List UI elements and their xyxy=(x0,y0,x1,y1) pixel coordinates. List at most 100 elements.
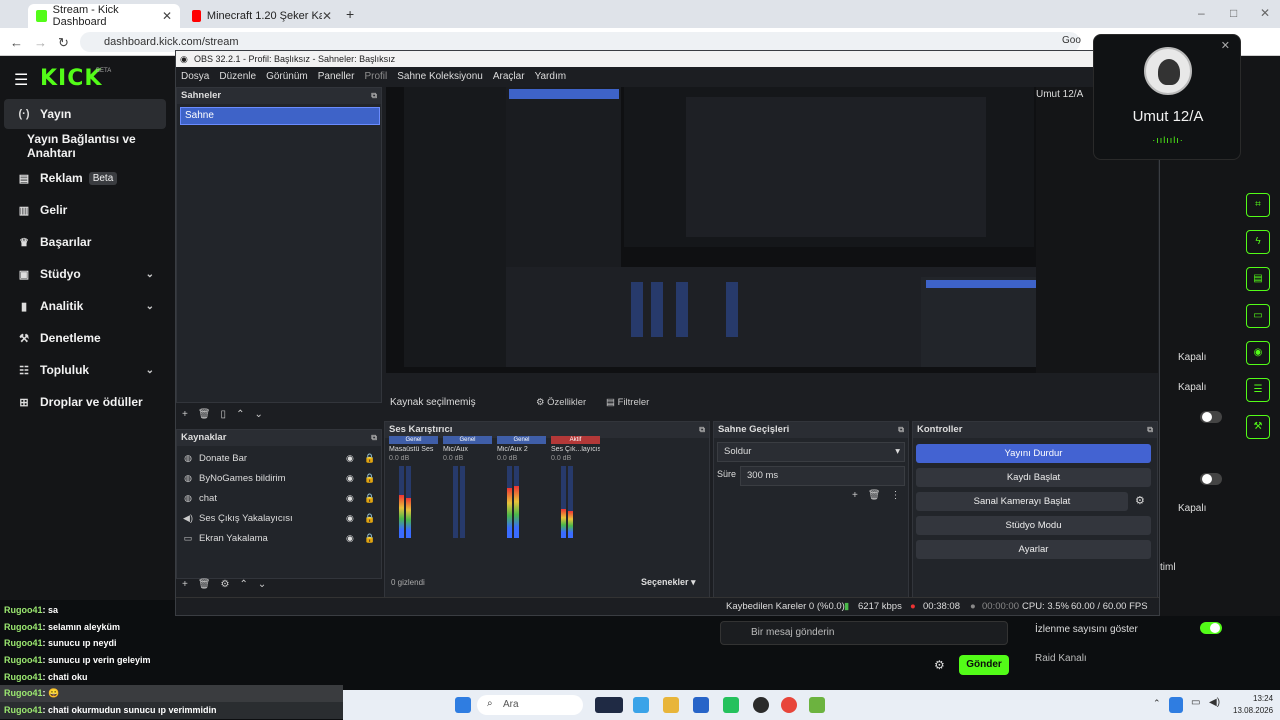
toggle-switch[interactable] xyxy=(1200,411,1222,423)
tray-chevron-icon[interactable]: ⌃ xyxy=(1153,698,1161,709)
gear-icon[interactable]: ⚙ xyxy=(934,658,945,672)
menu-sahne-koleksiyonu[interactable]: Sahne Koleksiyonu xyxy=(397,71,483,82)
close-tab-icon[interactable]: ✕ xyxy=(162,9,172,23)
gear-icon[interactable]: ⚙ xyxy=(221,579,230,590)
menu-duzenle[interactable]: Düzenle xyxy=(219,71,256,82)
sidebar-item-denetleme[interactable]: ⚒ Denetleme xyxy=(4,323,166,353)
trash-icon[interactable]: 🗑 xyxy=(868,490,881,501)
google-shortcut[interactable]: Goo xyxy=(1062,35,1081,46)
source-item[interactable]: ◀) Ses Çıkış Yakalayıcısı ◉ 🔒 xyxy=(181,508,381,528)
minecraft-icon[interactable] xyxy=(809,697,825,713)
popout-icon[interactable]: ⧉ xyxy=(898,422,904,438)
menu-gorunum[interactable]: Görünüm xyxy=(266,71,308,82)
sidebar-item-reklam[interactable]: ▤ Reklam Beta xyxy=(4,163,166,193)
chat-icon[interactable]: ▭ xyxy=(1246,304,1270,328)
lightning-icon[interactable]: ϟ xyxy=(1246,230,1270,254)
close-window-icon[interactable]: ✕ xyxy=(1260,6,1270,20)
reload-icon[interactable]: ↻ xyxy=(58,35,69,51)
maximize-icon[interactable]: □ xyxy=(1230,6,1237,20)
new-tab-button[interactable]: + xyxy=(346,6,354,22)
send-button[interactable]: Gönder xyxy=(959,655,1009,675)
copilot-icon[interactable] xyxy=(633,697,649,713)
source-item[interactable]: ▭ Ekran Yakalama ◉ 🔒 xyxy=(181,528,381,548)
mixer-options-button[interactable]: Seçenekler ▾ xyxy=(641,577,696,588)
menu-yardim[interactable]: Yardım xyxy=(535,71,567,82)
filter-icon[interactable]: ▯ xyxy=(221,409,227,420)
file-explorer-icon[interactable] xyxy=(663,697,679,713)
settings-button[interactable]: Ayarlar xyxy=(916,540,1151,559)
whatsapp-icon[interactable] xyxy=(723,697,739,713)
back-icon[interactable]: ← xyxy=(10,35,23,50)
start-virtual-camera-button[interactable]: Sanal Kamerayı Başlat xyxy=(916,492,1128,511)
chat-message-input[interactable]: Bir mesaj gönderin xyxy=(720,621,1008,645)
eye-icon[interactable]: ◉ xyxy=(346,473,354,484)
sidebar-item-gelir[interactable]: ▥ Gelir xyxy=(4,195,166,225)
url-field[interactable]: dashboard.kick.com/stream xyxy=(80,32,1080,52)
sidebar-item-droplar[interactable]: ⊞ Droplar ve ödüller xyxy=(4,387,166,417)
forward-icon[interactable]: → xyxy=(34,35,47,50)
popout-icon[interactable]: ⧉ xyxy=(371,430,377,446)
windows-start-icon[interactable] xyxy=(455,697,471,713)
microphone-icon[interactable] xyxy=(1169,697,1183,713)
popout-icon[interactable]: ⧉ xyxy=(1147,422,1153,438)
filters-button[interactable]: ▤ Filtreler xyxy=(606,397,649,408)
wrench-icon[interactable]: ⚒ xyxy=(1246,415,1270,439)
stop-streaming-button[interactable]: Yayını Durdur xyxy=(916,444,1151,463)
store-icon[interactable] xyxy=(693,697,709,713)
source-item[interactable]: ◍ ByNoGames bildirim ◉ 🔒 xyxy=(181,468,381,488)
tab-kick-dashboard[interactable]: Stream - Kick Dashboard ✕ xyxy=(28,4,180,28)
popout-icon[interactable]: ⧉ xyxy=(371,88,377,104)
lock-icon[interactable]: 🔒 xyxy=(364,453,375,464)
arrow-up-icon[interactable]: ⌃ xyxy=(240,579,248,590)
obs-preview[interactable]: Umut 12/A xyxy=(386,87,1158,387)
transition-select[interactable]: Soldur ▾ xyxy=(717,442,905,462)
more-icon[interactable]: ⋮ xyxy=(891,490,901,501)
add-icon[interactable]: + xyxy=(852,490,858,501)
add-icon[interactable]: + xyxy=(182,409,188,420)
tab-youtube[interactable]: Minecraft 1.20 Şeker Kamışı Fa ✕ xyxy=(184,4,340,28)
source-item[interactable]: ◍ chat ◉ 🔒 xyxy=(181,488,381,508)
clock[interactable]: 13:24 13.08.2026 xyxy=(1233,693,1273,717)
sidebar-item-analitik[interactable]: ▮ Analitik ⌄ xyxy=(4,291,166,321)
eye-icon[interactable]: ◉ xyxy=(346,533,354,544)
lock-icon[interactable]: 🔒 xyxy=(364,533,375,544)
lock-icon[interactable]: 🔒 xyxy=(364,513,375,524)
duration-field[interactable]: 300 ms xyxy=(740,466,905,486)
arrow-up-icon[interactable]: ⌃ xyxy=(236,409,244,420)
sidebar-item-studyo[interactable]: ▣ Stüdyo ⌄ xyxy=(4,259,166,289)
lock-icon[interactable]: 🔒 xyxy=(364,473,375,484)
arrow-down-icon[interactable]: ⌄ xyxy=(254,409,262,420)
widget-icon[interactable] xyxy=(595,697,623,713)
scan-icon[interactable]: ⌗ xyxy=(1246,193,1270,217)
broadcast-icon[interactable]: ◉ xyxy=(1246,341,1270,365)
trash-icon[interactable]: 🗑 xyxy=(198,409,211,420)
add-icon[interactable]: + xyxy=(182,579,188,590)
studio-mode-button[interactable]: Stüdyo Modu xyxy=(916,516,1151,535)
source-item[interactable]: ◍ Donate Bar ◉ 🔒 xyxy=(181,448,381,468)
eye-icon[interactable]: ◉ xyxy=(346,513,354,524)
kick-logo[interactable]: KICK xyxy=(40,66,102,91)
volume-icon[interactable]: ◀) xyxy=(1209,697,1220,708)
close-icon[interactable]: ✕ xyxy=(1221,39,1230,52)
properties-button[interactable]: ⚙ Özellikler xyxy=(536,397,586,408)
scene-item[interactable]: Sahne xyxy=(180,107,380,125)
list-icon[interactable]: ☰ xyxy=(1246,378,1270,402)
sidebar-item-basarilar[interactable]: ♛ Başarılar xyxy=(4,227,166,257)
popout-icon[interactable]: ⧉ xyxy=(699,422,705,438)
arrow-down-icon[interactable]: ⌄ xyxy=(258,579,266,590)
trash-icon[interactable]: 🗑 xyxy=(198,579,211,590)
menu-dosya[interactable]: Dosya xyxy=(181,71,209,82)
sidebar-item-stream-key[interactable]: Yayın Bağlantısı ve Anahtarı xyxy=(4,131,166,161)
menu-paneller[interactable]: Paneller xyxy=(318,71,355,82)
menu-icon[interactable]: ☰ xyxy=(14,70,28,90)
document-icon[interactable]: ▤ xyxy=(1246,267,1270,291)
close-tab-icon[interactable]: ✕ xyxy=(322,9,332,23)
show-views-toggle[interactable] xyxy=(1200,622,1222,634)
chrome-icon[interactable] xyxy=(781,697,797,713)
toggle-switch[interactable] xyxy=(1200,473,1222,485)
gear-icon[interactable]: ⚙ xyxy=(1135,494,1145,507)
taskbar-search[interactable]: Ara xyxy=(477,695,583,715)
sidebar-item-topluluk[interactable]: ☷ Topluluk ⌄ xyxy=(4,355,166,385)
lock-icon[interactable]: 🔒 xyxy=(364,493,375,504)
eye-icon[interactable]: ◉ xyxy=(346,493,354,504)
